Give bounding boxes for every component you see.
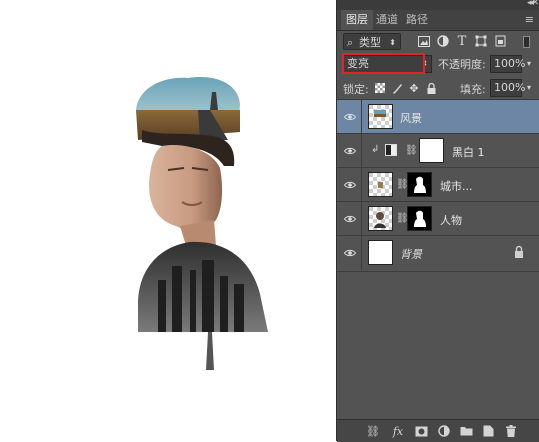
double-exposure-portrait [136, 77, 268, 370]
type-filter-icon[interactable]: T [455, 34, 469, 49]
layer-row-person[interactable]: ⛓ 人物 [337, 202, 539, 236]
adjustment-filter-icon[interactable] [436, 34, 450, 48]
trash-icon[interactable] [503, 423, 519, 439]
fill-dropdown-icon[interactable]: ▾ [523, 79, 535, 97]
layer-name: 背景 [400, 248, 422, 261]
lock-icon [515, 245, 523, 258]
eye-icon[interactable] [342, 134, 358, 168]
layer-thumbnail [368, 206, 393, 231]
panel-bottom-toolbar: ⛓ fx [337, 419, 539, 442]
lock-transparent-pixels-icon[interactable] [374, 82, 386, 94]
layer-name: 风景 [400, 112, 422, 125]
layer-name: 黑白 1 [452, 146, 485, 159]
eye-icon[interactable] [342, 236, 358, 270]
fill-input[interactable]: 100% [490, 79, 525, 97]
lock-image-pixels-icon[interactable] [391, 82, 403, 94]
link-icon[interactable]: ⛓ [405, 145, 418, 157]
shape-filter-icon[interactable] [474, 34, 488, 48]
new-group-folder-icon[interactable] [458, 423, 474, 439]
layer-thumbnail [368, 104, 393, 129]
tab-layers[interactable]: 图层 [341, 10, 373, 30]
search-icon: ⌕ [347, 36, 354, 49]
layer-row-black-white[interactable]: ↲ ⛓ 黑白 1 [337, 134, 539, 168]
lock-all-icon[interactable] [425, 82, 437, 94]
fill-label: 填充: [460, 83, 486, 96]
lock-options-row: 锁定: ✥ 填充: 100% ▾ [337, 77, 539, 100]
close-icon[interactable]: ✕ [531, 0, 539, 8]
eye-icon[interactable] [342, 100, 358, 134]
layer-thumbnail [368, 240, 393, 265]
filter-toggle-switch[interactable] [523, 36, 530, 48]
add-mask-icon[interactable] [413, 423, 429, 439]
layer-style-fx-icon[interactable]: fx [390, 423, 406, 439]
layer-name: 城市... [440, 180, 473, 193]
opacity-dropdown-icon[interactable]: ▾ [523, 55, 535, 73]
blend-options-row: 变亮 ⬍ 不透明度: 100% ▾ [337, 53, 539, 77]
pixel-filter-icon[interactable] [417, 34, 431, 48]
opacity-input[interactable]: 100% [490, 55, 525, 73]
document-canvas[interactable] [0, 0, 336, 441]
layer-thumbnail [368, 172, 393, 197]
lock-label: 锁定: [343, 83, 369, 96]
layers-panel: ◂◂ ✕ 图层 通道 路径 ≡ ⌕ 类型 ⬍ T 变亮 ⬍ 不透明度: 100%… [336, 0, 539, 442]
layers-list: 风景 ↲ ⛓ 黑白 1 ⛓ 城市... ⛓ 人物 背景 [337, 100, 539, 276]
layer-mask-thumbnail [419, 138, 444, 163]
filter-kind-label: 类型 [359, 36, 381, 49]
tab-paths[interactable]: 路径 [401, 10, 433, 30]
layer-mask-thumbnail [407, 172, 432, 197]
layer-name: 人物 [440, 214, 462, 227]
layer-filter-row: ⌕ 类型 ⬍ T [337, 31, 539, 55]
layer-row-scenery[interactable]: 风景 [337, 100, 539, 134]
layer-row-background[interactable]: 背景 [337, 236, 539, 272]
panel-title-bar: ◂◂ ✕ [337, 0, 539, 10]
tab-channels[interactable]: 通道 [371, 10, 403, 30]
lock-position-icon[interactable]: ✥ [408, 82, 420, 95]
layer-mask-thumbnail [407, 206, 432, 231]
filter-kind-select[interactable]: ⌕ 类型 ⬍ [343, 33, 401, 50]
chevron-updown-icon: ⬍ [389, 38, 396, 47]
panel-tabs: 图层 通道 路径 ≡ [337, 10, 539, 31]
new-layer-icon[interactable] [480, 423, 496, 439]
link-icon[interactable]: ⛓ [396, 213, 409, 225]
eye-icon[interactable] [342, 168, 358, 202]
adjustment-layer-icon [385, 144, 397, 156]
link-layers-icon[interactable]: ⛓ [365, 423, 381, 439]
panel-menu-icon[interactable]: ≡ [525, 13, 534, 26]
opacity-label: 不透明度: [438, 58, 486, 71]
clipping-arrow-icon: ↲ [371, 144, 380, 155]
highlight-box [342, 53, 425, 74]
layers-empty-area [337, 276, 539, 419]
eye-icon[interactable] [342, 202, 358, 236]
layer-row-city[interactable]: ⛓ 城市... [337, 168, 539, 202]
smart-object-filter-icon[interactable] [493, 34, 507, 48]
new-adjustment-layer-icon[interactable] [436, 423, 452, 439]
link-icon[interactable]: ⛓ [396, 179, 409, 191]
